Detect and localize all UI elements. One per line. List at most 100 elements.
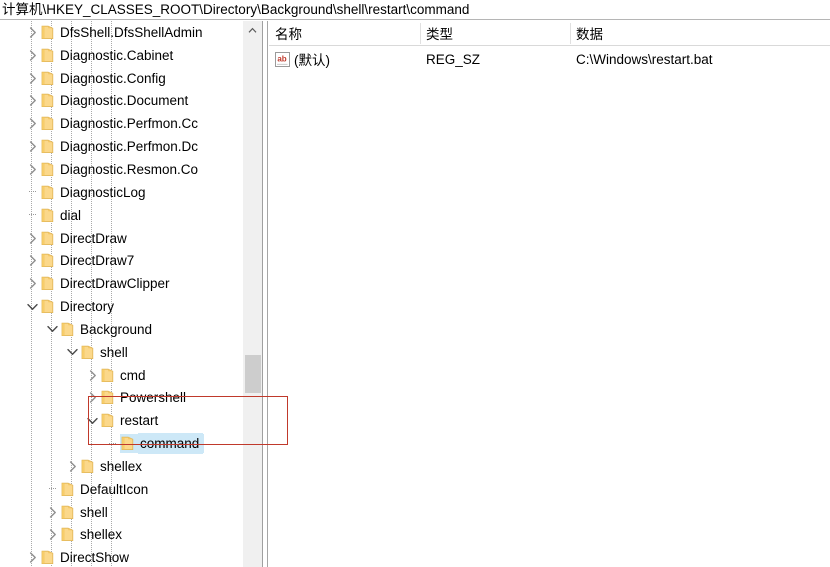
values-column-header[interactable]: 数据 — [570, 21, 830, 45]
tree-item-content[interactable]: Diagnostic.Perfmon.Cc — [40, 114, 201, 133]
registry-key-folder-icon — [41, 139, 54, 154]
chevron-right-icon[interactable] — [25, 273, 40, 295]
tree-item-label: cmd — [120, 367, 146, 383]
values-column-header[interactable]: 类型 — [420, 21, 570, 45]
tree-item-content[interactable]: command — [120, 434, 205, 454]
chevron-down-icon[interactable] — [45, 318, 60, 340]
chevron-right-icon[interactable] — [65, 455, 80, 477]
tree-item-label: DfsShell.DfsShellAdmin — [60, 24, 203, 40]
chevron-right-icon[interactable] — [25, 113, 40, 135]
chevron-down-icon[interactable] — [65, 341, 80, 363]
tree-item-content[interactable]: DefaultIcon — [60, 480, 151, 499]
tree-item-restart[interactable]: restart — [0, 409, 243, 432]
tree-item-dial[interactable]: dial — [0, 204, 243, 227]
tree-item-content[interactable]: DiagnosticLog — [40, 183, 149, 202]
registry-key-folder-icon — [41, 253, 54, 268]
tree-item-content[interactable]: Powershell — [100, 388, 189, 407]
tree-item-background[interactable]: Background — [0, 318, 243, 341]
tree-item-diagnostic-document[interactable]: Diagnostic.Document — [0, 90, 243, 113]
tree-item-content[interactable]: Background — [60, 320, 155, 339]
chevron-right-icon[interactable] — [25, 21, 40, 43]
tree-item-content[interactable]: DirectShow — [40, 548, 132, 567]
tree-item-directory[interactable]: Directory — [0, 295, 243, 318]
chevron-right-icon[interactable] — [25, 250, 40, 272]
tree-vertical-scrollbar[interactable] — [243, 21, 263, 567]
registry-key-folder-icon — [41, 550, 54, 565]
chevron-down-icon[interactable] — [25, 296, 40, 318]
tree-item-shell[interactable]: shell — [0, 501, 243, 524]
scroll-up-arrow-icon[interactable] — [243, 21, 262, 40]
chevron-right-icon[interactable] — [25, 227, 40, 249]
tree-item-shell[interactable]: shell — [0, 341, 243, 364]
tree-item-content[interactable]: DirectDraw7 — [40, 251, 137, 270]
tree-item-content[interactable]: DirectDrawClipper — [40, 274, 173, 293]
tree-item-content[interactable]: DfsShell.DfsShellAdmin — [40, 23, 206, 42]
tree-item-label: Diagnostic.Perfmon.Dc — [60, 139, 199, 155]
tree-item-content[interactable]: restart — [100, 411, 161, 430]
tree-item-diagnostic-config[interactable]: Diagnostic.Config — [0, 67, 243, 90]
chevron-right-icon[interactable] — [45, 501, 60, 523]
tree-item-powershell[interactable]: Powershell — [0, 387, 243, 410]
column-divider[interactable] — [570, 23, 571, 44]
tree-item-defaulticon[interactable]: DefaultIcon — [0, 478, 243, 501]
values-rows[interactable]: ab (默认) REG_SZ C:\Windows\restart.bat — [269, 46, 830, 72]
tree-item-directdraw7[interactable]: DirectDraw7 — [0, 249, 243, 272]
chevron-right-icon[interactable] — [25, 67, 40, 89]
tree-item-dfsshell-dfsshelladmin[interactable]: DfsShell.DfsShellAdmin — [0, 21, 243, 44]
tree-item-label: DirectShow — [60, 550, 130, 566]
chevron-right-icon[interactable] — [25, 547, 40, 567]
chevron-right-icon[interactable] — [45, 524, 60, 546]
tree-item-diagnostic-perfmon-cc[interactable]: Diagnostic.Perfmon.Cc — [0, 112, 243, 135]
tree-item-content[interactable]: Diagnostic.Resmon.Co — [40, 160, 201, 179]
pane-splitter[interactable] — [263, 21, 268, 567]
registry-key-folder-icon — [41, 71, 54, 86]
tree-item-label: Diagnostic.Document — [60, 93, 189, 109]
tree-item-content[interactable]: dial — [40, 206, 84, 225]
tree-item-diagnosticlog[interactable]: DiagnosticLog — [0, 181, 243, 204]
tree-item-content[interactable]: shellex — [80, 457, 145, 476]
value-name-cell[interactable]: ab (默认) — [269, 46, 420, 72]
registry-values-list[interactable]: 名称 类型 数据 ab (默认) REG_SZ C:\Windows\restart.ba… — [269, 21, 830, 567]
tree-item-directdrawclipper[interactable]: DirectDrawClipper — [0, 272, 243, 295]
svg-text:ab: ab — [277, 54, 286, 63]
tree-item-command[interactable]: command — [0, 432, 243, 455]
registry-key-folder-icon — [41, 25, 54, 40]
chevron-right-icon[interactable] — [25, 90, 40, 112]
tree-item-content[interactable]: Diagnostic.Cabinet — [40, 46, 176, 65]
tree-item-shellex[interactable]: shellex — [0, 455, 243, 478]
tree-item-directdraw[interactable]: DirectDraw — [0, 227, 243, 250]
tree-item-directshow[interactable]: DirectShow — [0, 546, 243, 567]
tree-item-content[interactable]: shell — [80, 343, 131, 362]
tree-item-diagnostic-perfmon-dc[interactable]: Diagnostic.Perfmon.Dc — [0, 135, 243, 158]
tree-item-content[interactable]: shell — [60, 503, 111, 522]
scrollbar-thumb[interactable] — [245, 355, 261, 393]
value-data-cell[interactable]: C:\Windows\restart.bat — [570, 46, 830, 72]
tree-item-diagnostic-cabinet[interactable]: Diagnostic.Cabinet — [0, 44, 243, 67]
tree-item-content[interactable]: Diagnostic.Config — [40, 69, 169, 88]
registry-key-tree[interactable]: DfsShell.DfsShellAdmin Diagnostic.Cabinet… — [0, 21, 243, 567]
tree-item-diagnostic-resmon-co[interactable]: Diagnostic.Resmon.Co — [0, 158, 243, 181]
chevron-right-icon[interactable] — [25, 158, 40, 180]
chevron-right-icon[interactable] — [25, 44, 40, 66]
tree-item-content[interactable]: cmd — [100, 366, 149, 385]
registry-key-folder-icon — [41, 208, 54, 223]
values-column-header[interactable]: 名称 — [269, 21, 420, 45]
tree-item-content[interactable]: Diagnostic.Perfmon.Dc — [40, 137, 201, 156]
tree-item-label: command — [139, 434, 203, 454]
tree-item-content[interactable]: shellex — [60, 525, 125, 544]
tree-item-content[interactable]: DirectDraw — [40, 229, 130, 248]
tree-item-content[interactable]: Directory — [40, 297, 117, 316]
chevron-down-icon[interactable] — [85, 410, 100, 432]
column-divider[interactable] — [420, 23, 421, 44]
tree-item-cmd[interactable]: cmd — [0, 364, 243, 387]
address-bar[interactable]: 计算机\HKEY_CLASSES_ROOT\Directory\Backgrou… — [0, 0, 830, 20]
tree-item-label: Diagnostic.Config — [60, 70, 166, 86]
tree-item-content[interactable]: Diagnostic.Document — [40, 91, 191, 110]
registry-key-folder-icon — [101, 390, 114, 405]
value-row[interactable]: ab (默认) REG_SZ C:\Windows\restart.bat — [269, 46, 830, 72]
chevron-right-icon[interactable] — [25, 136, 40, 158]
value-type-cell[interactable]: REG_SZ — [420, 46, 570, 72]
chevron-right-icon[interactable] — [85, 387, 100, 409]
chevron-right-icon[interactable] — [85, 364, 100, 386]
tree-item-shellex[interactable]: shellex — [0, 524, 243, 547]
